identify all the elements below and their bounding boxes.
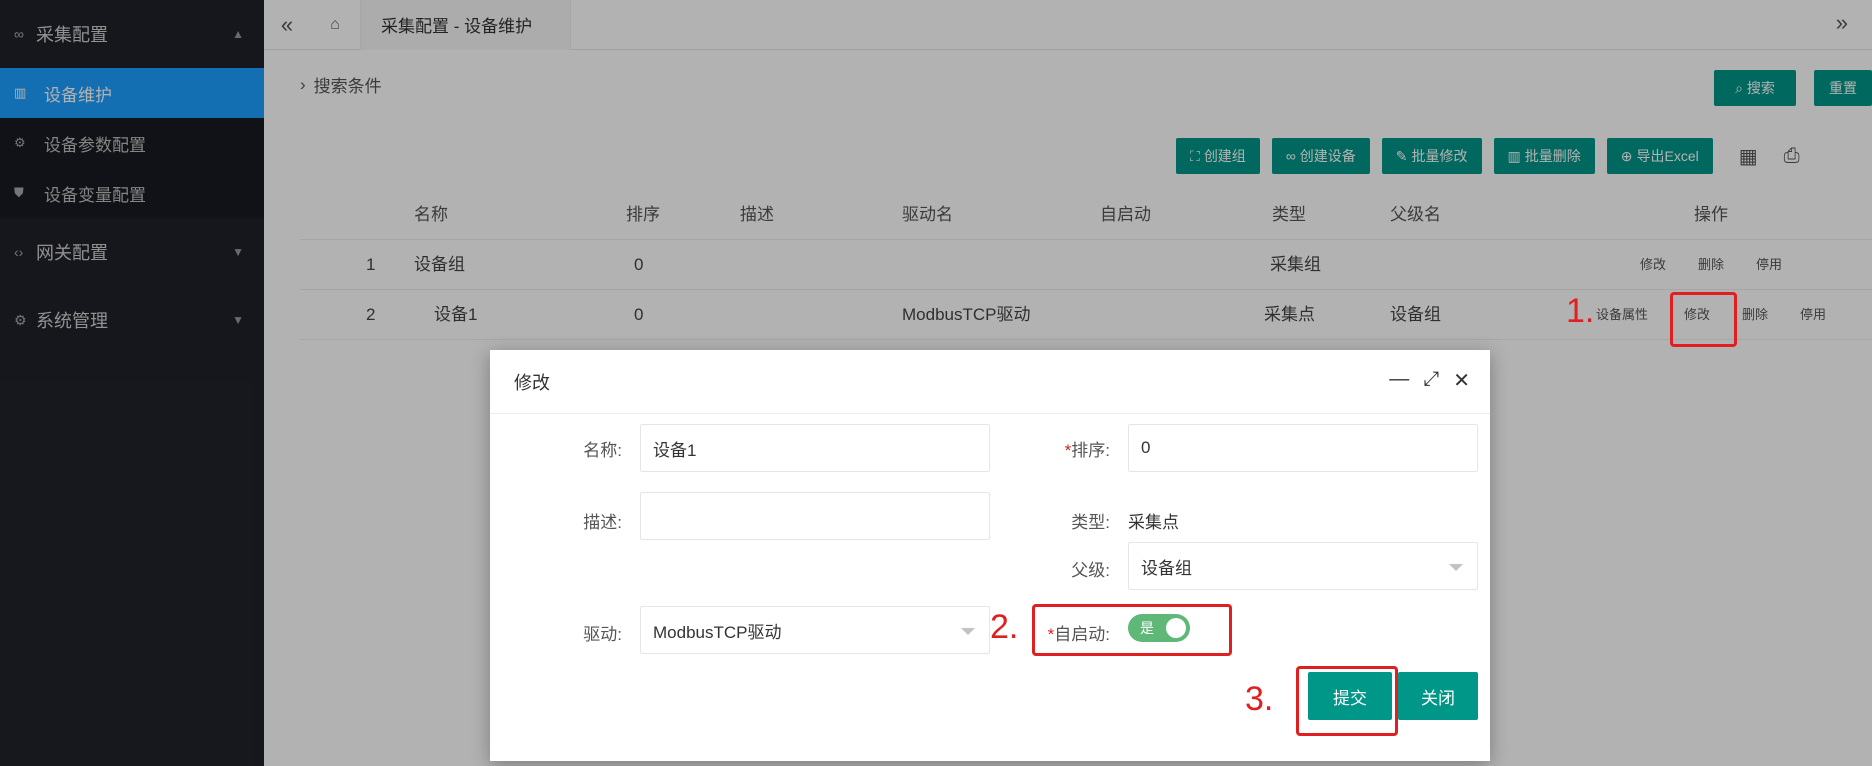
close-button[interactable]: 关闭 xyxy=(1398,672,1478,720)
name-input[interactable]: 设备1 xyxy=(640,424,990,472)
modal-backdrop xyxy=(0,0,264,766)
type-value: 采集点 xyxy=(1128,513,1179,532)
order-label-text: 排序: xyxy=(1071,441,1110,460)
annotation-step-3: 3. xyxy=(1245,680,1274,718)
order-label: *排序: xyxy=(1064,441,1110,460)
annotation-box-auto-start xyxy=(1032,604,1232,656)
desc-label: 描述: xyxy=(583,513,622,532)
name-label: 名称: xyxy=(583,441,622,460)
annotation-step-1: 1. xyxy=(1566,292,1595,330)
order-input-value: 0 xyxy=(1141,438,1151,457)
name-input-value: 设备1 xyxy=(653,440,697,460)
desc-input[interactable] xyxy=(640,492,990,540)
maximize-icon[interactable]: ⤢ xyxy=(1423,368,1439,393)
driver-select-value: ModbusTCP驱动 xyxy=(653,622,782,642)
parent-label: 父级: xyxy=(1071,561,1110,580)
dialog-title: 修改 xyxy=(514,372,550,393)
close-icon[interactable]: ✕ xyxy=(1453,368,1470,393)
dialog-header: 修改 — ⤢ ✕ xyxy=(490,350,1490,414)
type-label: 类型: xyxy=(1071,513,1110,532)
chevron-down-icon xyxy=(1449,564,1463,571)
annotation-step-2: 2. xyxy=(990,608,1019,646)
annotation-box-edit xyxy=(1670,292,1737,347)
modal-backdrop xyxy=(264,0,1872,50)
driver-select[interactable]: ModbusTCP驱动 xyxy=(640,606,990,654)
parent-select-value: 设备组 xyxy=(1141,558,1192,578)
order-input[interactable]: 0 xyxy=(1128,424,1478,472)
driver-label: 驱动: xyxy=(583,625,622,644)
chevron-down-icon xyxy=(961,628,975,635)
parent-select[interactable]: 设备组 xyxy=(1128,542,1478,590)
annotation-box-submit xyxy=(1296,666,1398,736)
minimize-icon[interactable]: — xyxy=(1389,368,1409,393)
